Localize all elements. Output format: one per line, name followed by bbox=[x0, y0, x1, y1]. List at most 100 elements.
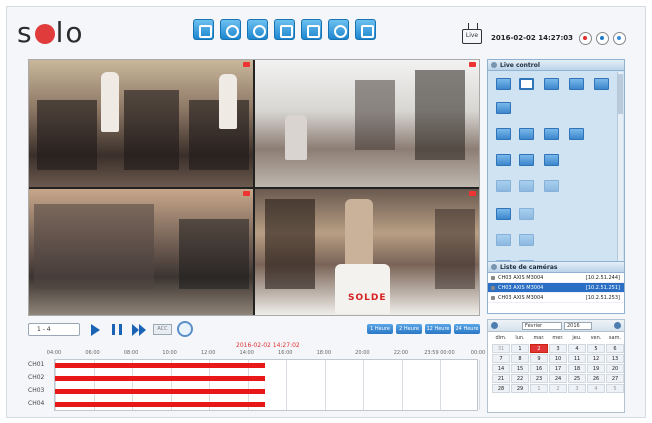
hour-button-12[interactable]: 12 Heure bbox=[425, 324, 451, 334]
month-select[interactable]: Février bbox=[522, 322, 562, 330]
camera-close-icon[interactable] bbox=[469, 62, 476, 67]
pause-icon[interactable] bbox=[112, 324, 122, 335]
calendar-day[interactable]: 21 bbox=[492, 374, 510, 383]
layout-button[interactable] bbox=[519, 154, 534, 166]
fast-forward-icon[interactable] bbox=[132, 324, 139, 336]
view-select[interactable]: 1 - 4 bbox=[28, 323, 80, 336]
calendar-day[interactable]: 5 bbox=[587, 344, 605, 353]
zoom-search-icon[interactable] bbox=[177, 321, 193, 337]
calendar-day[interactable]: 4 bbox=[587, 384, 605, 393]
hour-button-2[interactable]: 2 Heure bbox=[396, 324, 422, 334]
layout-button[interactable] bbox=[594, 78, 609, 90]
calendar-day[interactable]: 19 bbox=[587, 364, 605, 373]
timeline-grid[interactable] bbox=[54, 359, 480, 411]
calendar-day[interactable]: 27 bbox=[606, 374, 624, 383]
camera-view-1[interactable] bbox=[29, 60, 253, 187]
recording-bar[interactable] bbox=[55, 376, 265, 381]
live-tv-icon[interactable]: Live bbox=[462, 29, 482, 44]
calendar-day[interactable]: 3 bbox=[549, 344, 567, 353]
calendar-day[interactable]: 1 bbox=[511, 344, 529, 353]
layout-button[interactable] bbox=[519, 234, 534, 246]
calendar-day[interactable]: 14 bbox=[492, 364, 510, 373]
image-icon[interactable] bbox=[274, 19, 295, 40]
recording-bar[interactable] bbox=[55, 389, 265, 394]
calendar-day[interactable]: 2 bbox=[549, 384, 567, 393]
calendar-day[interactable]: 12 bbox=[587, 354, 605, 363]
layout-button[interactable] bbox=[496, 128, 511, 140]
layout-button[interactable] bbox=[544, 180, 559, 192]
search-icon[interactable] bbox=[247, 19, 268, 40]
calendar-day[interactable]: 3 bbox=[568, 384, 586, 393]
timeline-hour-label: 23:59 00:00 bbox=[424, 350, 455, 356]
channel-label: CH02 bbox=[28, 374, 45, 381]
hour-button-1[interactable]: 1 Heure bbox=[367, 324, 393, 334]
monitor-icon[interactable] bbox=[355, 19, 376, 40]
layout-button[interactable] bbox=[519, 78, 534, 90]
calendar-day[interactable]: 25 bbox=[568, 374, 586, 383]
calendar-day[interactable]: 22 bbox=[511, 374, 529, 383]
camera-list-item[interactable]: CH03 AXIS M3004 [10.2.51.244] bbox=[488, 273, 624, 283]
user-button[interactable] bbox=[596, 32, 609, 45]
camera-close-icon[interactable] bbox=[469, 190, 476, 196]
camera-list-item[interactable]: CH03 AXIS M3004 [10.2.51.253] bbox=[488, 293, 624, 303]
camera-list-item[interactable]: CH03 AXIS M3004 [10.2.51.251] bbox=[488, 283, 624, 293]
calendar-day[interactable]: 5 bbox=[606, 384, 624, 393]
year-select[interactable]: 2016 bbox=[564, 322, 592, 330]
camera-view-4[interactable]: SOLDE bbox=[255, 188, 479, 315]
calendar-day[interactable]: 26 bbox=[587, 374, 605, 383]
layout-button[interactable] bbox=[569, 128, 584, 140]
calendar-day[interactable]: 18 bbox=[568, 364, 586, 373]
play-icon[interactable] bbox=[91, 324, 100, 336]
layout-button[interactable] bbox=[496, 234, 511, 246]
calendar-day[interactable]: 31 bbox=[492, 344, 510, 353]
wand-icon[interactable] bbox=[193, 19, 214, 40]
layout-button[interactable] bbox=[519, 208, 534, 220]
layout-button[interactable] bbox=[496, 180, 511, 192]
calendar-day[interactable]: 23 bbox=[530, 374, 548, 383]
help-icon[interactable] bbox=[328, 19, 349, 40]
calendar-day[interactable]: 16 bbox=[530, 364, 548, 373]
timeline[interactable]: 2016-02-02 14:27:02 04:00 06:00 08:00 10:00… bbox=[28, 342, 485, 412]
calendar-day[interactable]: 1 bbox=[530, 384, 548, 393]
next-month-icon[interactable] bbox=[614, 322, 621, 329]
layout-button[interactable] bbox=[544, 78, 559, 90]
calendar-day[interactable]: 29 bbox=[511, 384, 529, 393]
calendar-day[interactable]: 9 bbox=[530, 354, 548, 363]
calendar-day[interactable]: 20 bbox=[606, 364, 624, 373]
layout-button[interactable] bbox=[496, 208, 511, 220]
camera-view-2[interactable] bbox=[255, 60, 479, 187]
prev-month-icon[interactable] bbox=[491, 322, 498, 329]
calendar-day[interactable]: 28 bbox=[492, 384, 510, 393]
calendar-day[interactable]: 13 bbox=[606, 354, 624, 363]
calendar-day[interactable]: 7 bbox=[492, 354, 510, 363]
layout-button[interactable] bbox=[496, 78, 511, 90]
recording-bar[interactable] bbox=[55, 363, 265, 368]
calendar-day[interactable]: 11 bbox=[568, 354, 586, 363]
timeline-hour-label: 06:00 bbox=[85, 350, 100, 356]
calendar-day[interactable]: 10 bbox=[549, 354, 567, 363]
layout-button[interactable] bbox=[519, 180, 534, 192]
power-button[interactable] bbox=[613, 32, 626, 45]
calendar-day[interactable]: 17 bbox=[549, 364, 567, 373]
calendar-day[interactable]: 15 bbox=[511, 364, 529, 373]
camera-close-icon[interactable] bbox=[243, 190, 250, 196]
calendar-day[interactable]: 2 bbox=[530, 344, 548, 353]
recording-bar[interactable] bbox=[55, 402, 265, 407]
acc-button[interactable]: ACC bbox=[153, 324, 172, 335]
calendar-day[interactable]: 6 bbox=[606, 344, 624, 353]
layout-button[interactable] bbox=[519, 128, 534, 140]
calendar-day[interactable]: 24 bbox=[549, 374, 567, 383]
gear-icon[interactable] bbox=[220, 19, 241, 40]
calendar-day[interactable]: 8 bbox=[511, 354, 529, 363]
layout-button[interactable] bbox=[544, 128, 559, 140]
layout-button[interactable] bbox=[496, 154, 511, 166]
layout-button[interactable] bbox=[544, 154, 559, 166]
save-icon[interactable] bbox=[301, 19, 322, 40]
hour-button-24[interactable]: 24 Heure bbox=[454, 324, 480, 334]
record-button[interactable] bbox=[579, 32, 592, 45]
layout-button[interactable] bbox=[569, 78, 584, 90]
camera-close-icon[interactable] bbox=[243, 62, 250, 67]
layout-button[interactable] bbox=[496, 102, 511, 114]
camera-view-3[interactable] bbox=[29, 188, 253, 315]
calendar-day[interactable]: 4 bbox=[568, 344, 586, 353]
